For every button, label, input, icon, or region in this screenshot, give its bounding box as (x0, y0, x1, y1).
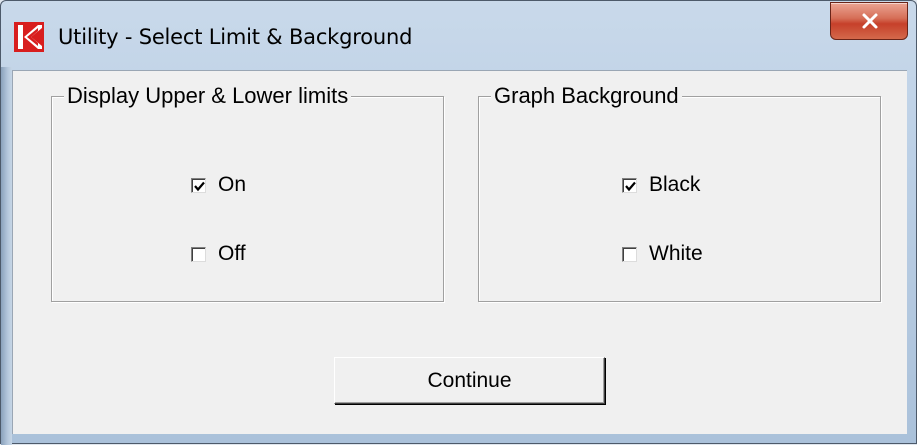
background-white-option[interactable]: White (622, 242, 703, 266)
background-white-label: White (649, 242, 703, 265)
limits-on-checkbox[interactable] (191, 177, 206, 193)
checkmark-icon (625, 181, 636, 191)
limits-group-legend: Display Upper & Lower limits (64, 82, 352, 110)
dialog-client-area: Display Upper & Lower limits On Off Grap… (12, 70, 907, 434)
limits-groupbox: Display Upper & Lower limits On Off (51, 82, 444, 302)
checkmark-icon (194, 181, 205, 191)
limits-off-checkbox[interactable] (191, 246, 206, 262)
window-title: Utility - Select Limit & Background (58, 25, 413, 49)
limits-on-option[interactable]: On (191, 173, 246, 197)
dialog-window: Utility - Select Limit & Background Disp… (0, 0, 917, 445)
limits-off-label: Off (218, 242, 246, 265)
background-black-option[interactable]: Black (622, 173, 700, 197)
close-button[interactable] (830, 2, 908, 40)
background-white-checkbox[interactable] (622, 246, 637, 262)
title-bar[interactable]: Utility - Select Limit & Background (1, 1, 916, 67)
limits-off-option[interactable]: Off (191, 242, 246, 266)
window-frame-left (1, 67, 12, 445)
background-black-checkbox[interactable] (622, 177, 637, 193)
app-k-logo-icon (14, 22, 44, 52)
limits-on-label: On (218, 173, 247, 196)
background-black-label: Black (649, 173, 701, 196)
background-groupbox: Graph Background Black White (478, 82, 881, 302)
continue-button[interactable]: Continue (334, 357, 605, 404)
background-group-legend: Graph Background (491, 82, 682, 110)
